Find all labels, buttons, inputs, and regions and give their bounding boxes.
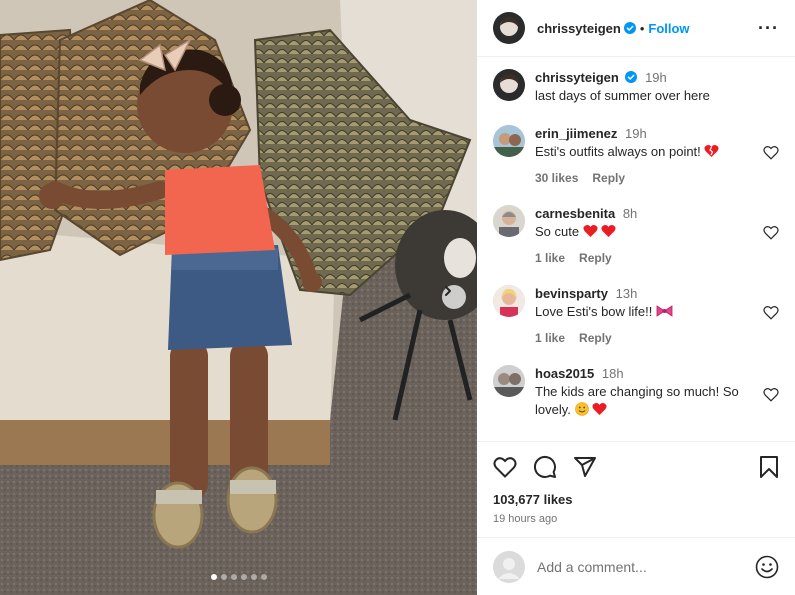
like-comment-heart-icon[interactable] [763,145,779,160]
caption-username[interactable]: chrissyteigen [535,70,619,85]
carousel-dot [210,574,217,580]
reply-button[interactable]: Reply [579,331,612,345]
post-caption: chrissyteigen 19h last days of summer ov… [493,69,779,105]
bookmark-icon [760,456,778,478]
post-timestamp: 19 hours ago [493,513,558,525]
comment-button[interactable] [533,455,557,479]
author-username[interactable]: chrissyteigen [537,21,621,36]
reply-button[interactable]: Reply [592,171,625,185]
chevron-right-icon [445,286,451,296]
red-heart-icon [583,225,598,237]
post-photo[interactable] [0,0,477,595]
avatar-image [493,365,525,397]
red-heart-icon [601,225,616,237]
like-comment-heart-icon[interactable] [763,225,779,240]
comment-time: 8h [622,206,638,221]
emoji-icon [755,555,779,578]
default-avatar-icon [493,550,525,583]
verified-badge-icon [625,71,638,83]
post-side-panel: chrissyteigen • Follow ··· chrissyteigen… [477,0,795,595]
emoji-picker-button[interactable] [755,555,779,579]
commenter-avatar[interactable] [493,365,525,397]
comment-likes[interactable]: 1 like [535,251,565,265]
more-options-icon[interactable]: ··· [758,19,779,37]
share-button[interactable] [573,456,597,478]
carousel-dot [240,574,247,580]
caption-text: last days of summer over here [535,88,710,103]
follow-button[interactable]: Follow [648,21,689,36]
comment-username[interactable]: carnesbenita [535,206,615,221]
comment-text: Love Esti's bow life!! [535,304,653,319]
broken-heart-icon [704,145,719,157]
current-user-avatar [493,550,525,583]
comment-text: Esti's outfits always on point! [535,144,701,159]
comments-list[interactable]: chrissyteigen 19h last days of summer ov… [477,57,795,441]
comment-likes[interactable]: 1 like [535,331,565,345]
author-avatar[interactable] [493,69,525,101]
carousel-dot [230,574,237,580]
post-actions: 103,677 likes 19 hours ago [477,441,795,525]
comment-item: hoas2015 18h The kids are changing so mu… [493,365,779,419]
comment-time: 18h [601,366,624,381]
carousel-dot [220,574,227,580]
comment-composer [477,537,795,595]
heart-icon [493,457,517,478]
comment-icon [533,455,556,478]
comment-text: So cute [535,224,580,239]
comment-time: 13h [615,286,638,301]
like-comment-heart-icon[interactable] [763,387,779,402]
commenter-avatar[interactable] [493,125,525,157]
photo-illustration [0,0,477,595]
commenter-avatar[interactable] [493,285,525,317]
red-heart-icon [592,403,607,415]
comment-item: erin_jiimenez 19h Esti's outfits always … [493,125,779,185]
share-icon [574,457,596,477]
ribbon-icon [656,305,673,317]
save-button[interactable] [759,456,779,478]
caption-time: 19h [645,70,667,85]
comment-text: The kids are changing so much! So lovely… [535,384,739,417]
author-avatar[interactable] [493,12,525,44]
likes-count[interactable]: 103,677 likes [493,492,779,507]
comment-time: 19h [625,126,647,141]
comment-username[interactable]: erin_jiimenez [535,126,617,141]
post-header: chrissyteigen • Follow ··· [477,0,795,57]
commenter-avatar[interactable] [493,205,525,237]
carousel-dot [260,574,267,580]
carousel-dots [0,574,477,580]
like-comment-heart-icon[interactable] [763,305,779,320]
comment-username[interactable]: bevinsparty [535,286,608,301]
avatar-image [493,12,525,44]
comment-item: bevinsparty 13h Love Esti's bow life!! 1… [493,285,779,345]
comment-likes[interactable]: 30 likes [535,171,578,185]
comment-input[interactable] [537,558,755,575]
comment-username[interactable]: hoas2015 [535,366,594,381]
avatar-image [493,69,525,101]
avatar-image [493,285,525,317]
verified-badge-icon [623,22,636,34]
comment-item: carnesbenita 8h So cute 1 like Reply [493,205,779,265]
like-button[interactable] [493,456,517,478]
carousel-dot [250,574,257,580]
carousel-next-button[interactable] [442,285,466,309]
smiling-face-icon [574,402,589,416]
header-separator: • [639,20,645,36]
reply-button[interactable]: Reply [579,251,612,265]
avatar-image [493,205,525,237]
avatar-image [493,125,525,157]
